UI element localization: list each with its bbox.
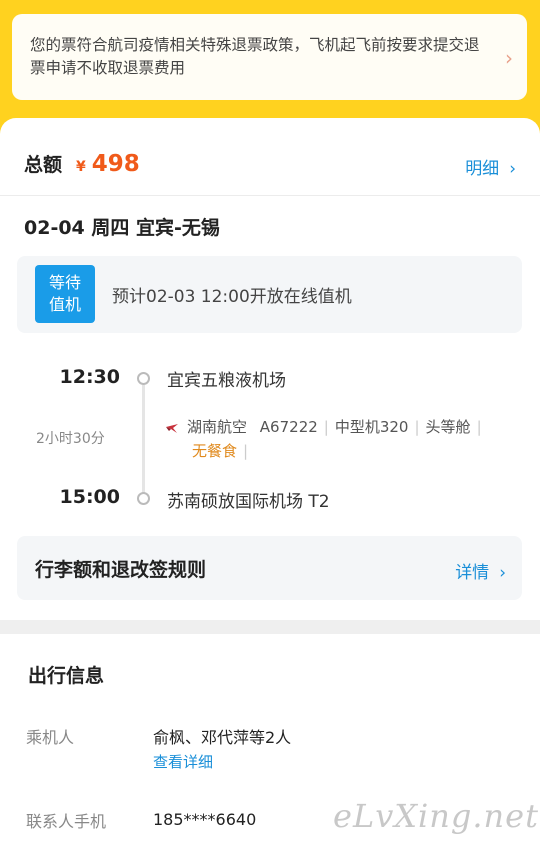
total-label: 总额 [24,154,63,176]
arrive-airport: 苏南硕放国际机场 T2 [167,492,330,512]
rules-detail-label: 详情 [455,563,490,583]
contact-phone-label: 联系人手机 [26,812,107,831]
divider [0,195,540,196]
badge-line-1: 等待 [48,273,81,292]
rules-detail-link[interactable]: 详情 › [455,558,506,583]
separator: | [323,418,329,436]
notice-text: 您的票符合航司疫情相关特殊退票政策，飞机起飞前按要求提交退票申请不收取退票费用 [30,36,480,77]
checkin-info-text: 预计02-03 12:00开放在线值机 [112,287,352,307]
depart-airport: 宜宾五粮液机场 [167,371,286,391]
contact-phone-value: 185****6640 [153,810,257,829]
passenger-label: 乘机人 [26,728,75,747]
total-row: 总额 ¥ 498 [24,150,140,180]
rules-title: 行李额和退改签规则 [35,559,207,581]
cabin-class: 头等舱 [425,418,471,436]
meal-info: 无餐食 [192,442,238,460]
watermark: eLvXing.net [333,797,539,835]
timeline-dot-depart [137,372,150,385]
chevron-right-icon: › [499,563,506,583]
view-passenger-details-link[interactable]: 查看详细 [153,751,213,772]
timeline-dot-arrive [137,492,150,505]
order-card: 总额 ¥ 498 明细 › 02-04 周四 宜宾-无锡 等待 值机 预计02-0… [0,118,540,620]
flight-number: A67222 [259,418,318,436]
checkin-status-badge: 等待 值机 [35,265,95,323]
separator: | [243,442,249,460]
separator: | [476,418,482,436]
timeline-line [142,385,145,496]
separator: | [414,418,420,436]
airline-logo-icon [166,423,178,433]
flight-duration: 2小时30分 [36,431,105,447]
price-detail-link[interactable]: 明细 › [465,154,516,179]
chevron-right-icon: › [505,46,513,70]
route-title: 02-04 周四 宜宾-无锡 [24,217,220,239]
chevron-right-icon: › [509,159,516,179]
flight-info: 湖南航空 A67222 | 中型机320 | 头等舱 | 无餐食 | [165,415,520,463]
badge-line-2: 值机 [48,295,81,314]
travel-info-title: 出行信息 [28,665,105,687]
passenger-names: 俞枫、邓代萍等2人 [153,728,292,747]
arrive-time: 15:00 [59,486,120,508]
total-amount: 498 [91,151,140,177]
aircraft-type: 中型机320 [334,418,409,436]
depart-time: 12:30 [59,366,120,388]
currency-symbol: ¥ [76,159,86,175]
checkin-status-box: 等待 值机 预计02-03 12:00开放在线值机 [17,256,522,333]
baggage-rules-row[interactable]: 行李额和退改签规则 详情 › [17,536,522,600]
airline-name: 湖南航空 [187,418,248,436]
refund-policy-notice[interactable]: 您的票符合航司疫情相关特殊退票政策，飞机起飞前按要求提交退票申请不收取退票费用 … [12,14,527,100]
price-detail-label: 明细 [465,159,500,179]
